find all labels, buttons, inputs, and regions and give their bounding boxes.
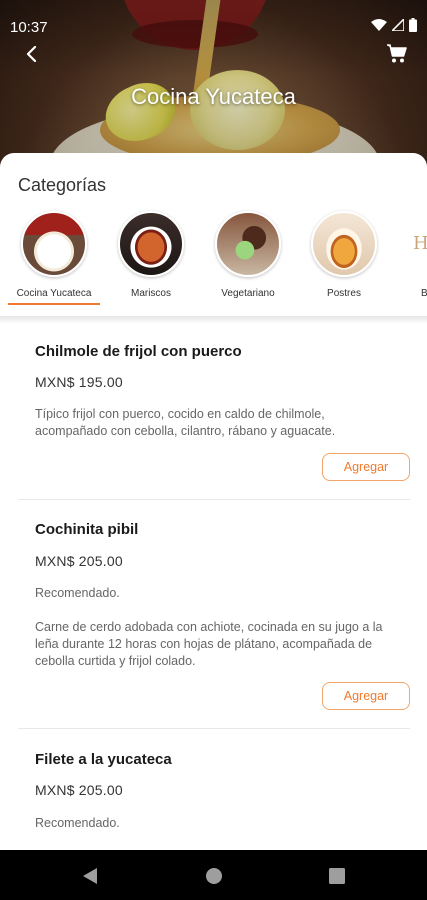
menu-item: Cochinita pibil MXN$ 205.00 Recomendado.… bbox=[18, 499, 410, 731]
content-sheet: Categorías Cocina Yucateca Mariscos Vege… bbox=[0, 153, 427, 850]
categories-title: Categorías bbox=[18, 175, 107, 195]
category-mariscos[interactable]: Mariscos bbox=[106, 211, 196, 299]
category-postres[interactable]: Postres bbox=[299, 211, 389, 299]
item-name: Cochinita pibil bbox=[35, 521, 139, 538]
item-note: Recomendado. bbox=[35, 586, 120, 600]
category-vegetariano[interactable]: Vegetariano bbox=[203, 211, 293, 299]
shopping-cart-icon bbox=[387, 44, 407, 63]
item-price: MXN$ 205.00 bbox=[35, 553, 123, 569]
battery-icon bbox=[409, 18, 417, 32]
item-name: Filete a la yucateca bbox=[35, 751, 172, 768]
category-image bbox=[215, 211, 281, 277]
cart-button[interactable] bbox=[383, 40, 411, 68]
item-description: Típico frijol con puerco, cocido en cald… bbox=[35, 407, 336, 438]
category-label: Postres bbox=[327, 288, 361, 299]
signal-icon bbox=[392, 19, 404, 31]
nav-home-button[interactable] bbox=[203, 865, 225, 887]
item-note: Recomendado. bbox=[35, 816, 120, 830]
menu-item: Filete a la yucateca MXN$ 205.00 Recomen… bbox=[18, 728, 410, 838]
nav-recents-icon bbox=[329, 868, 345, 884]
category-label: B bbox=[421, 288, 427, 299]
back-button[interactable] bbox=[18, 40, 46, 68]
menu-item: Chilmole de frijol con puerco MXN$ 195.0… bbox=[18, 333, 410, 503]
category-carousel[interactable]: Cocina Yucateca Mariscos Vegetariano Pos… bbox=[0, 211, 427, 313]
category-image bbox=[311, 211, 377, 277]
category-image bbox=[118, 211, 184, 277]
add-button[interactable]: Agregar bbox=[322, 682, 410, 710]
toolbar bbox=[0, 36, 427, 72]
nav-home-icon bbox=[206, 868, 222, 884]
item-name: Chilmole de frijol con puerco bbox=[35, 343, 242, 360]
arrow-back-icon bbox=[26, 46, 37, 62]
add-button[interactable]: Agregar bbox=[322, 453, 410, 481]
category-image bbox=[21, 211, 87, 277]
selected-category-indicator bbox=[8, 303, 100, 305]
category-label: Mariscos bbox=[130, 288, 171, 299]
category-image: H bbox=[413, 233, 427, 254]
category-label: Cocina Yucateca bbox=[16, 288, 92, 299]
category-partial[interactable]: H B bbox=[379, 211, 427, 299]
wifi-icon bbox=[371, 19, 387, 31]
status-bar: 10:37 bbox=[0, 0, 427, 36]
item-price: MXN$ 195.00 bbox=[35, 374, 123, 390]
status-time: 10:37 bbox=[10, 19, 48, 36]
item-price: MXN$ 205.00 bbox=[35, 782, 123, 798]
item-description: Carne de cerdo adobada con achiote, coci… bbox=[35, 620, 383, 668]
page-title: Cocina Yucateca bbox=[131, 84, 296, 109]
category-cocina-yucateca[interactable]: Cocina Yucateca bbox=[9, 211, 99, 299]
nav-back-button[interactable] bbox=[79, 865, 101, 887]
category-label: Vegetariano bbox=[221, 288, 275, 299]
system-nav-bar bbox=[0, 850, 427, 900]
nav-recents-button[interactable] bbox=[326, 865, 348, 887]
nav-back-icon bbox=[83, 868, 97, 884]
